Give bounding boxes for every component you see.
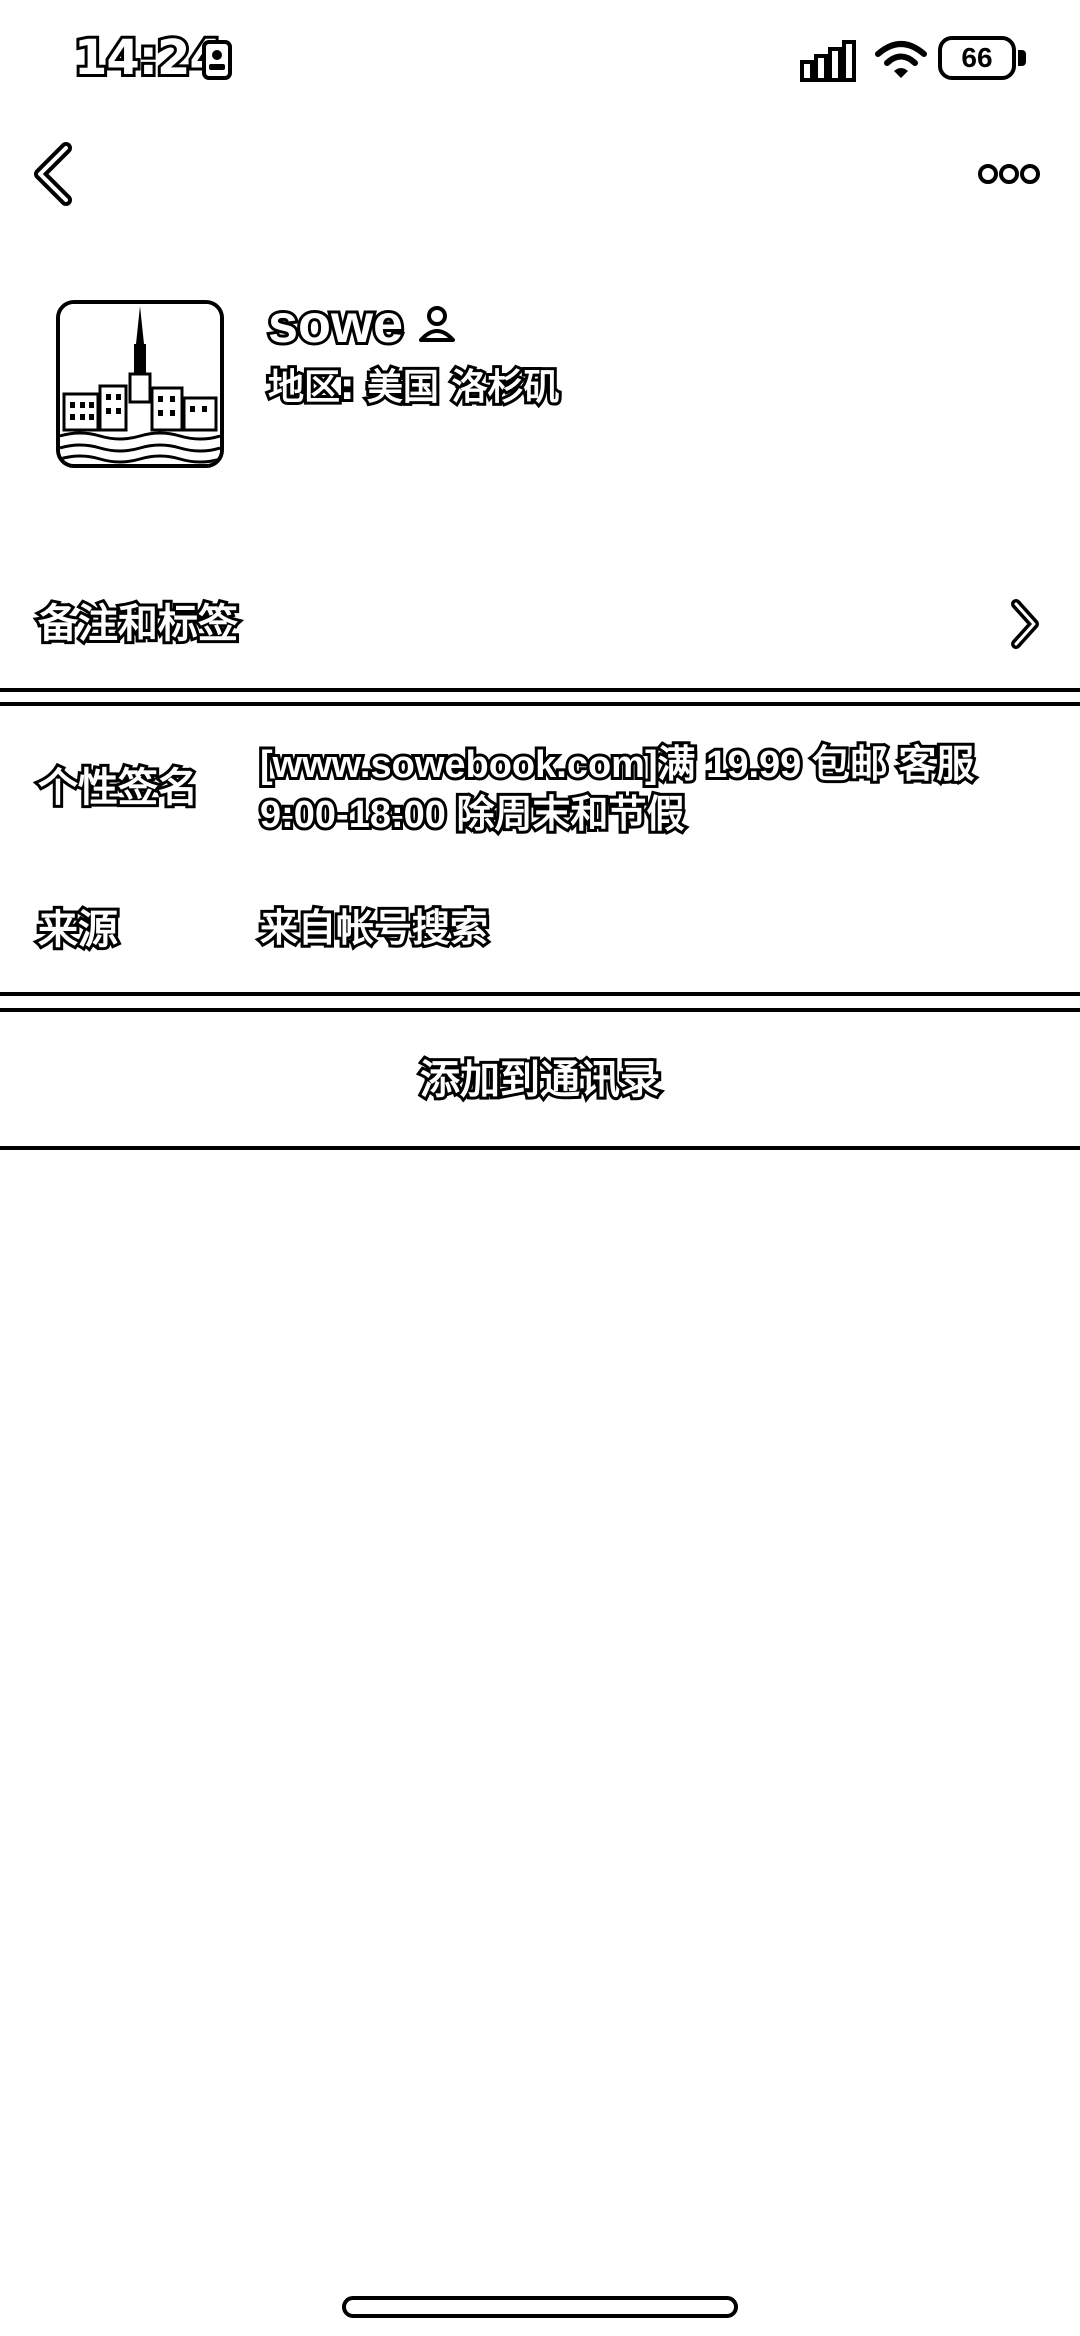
home-indicator[interactable]	[342, 2296, 738, 2318]
notes-tags-row[interactable]: 备注和标签	[0, 574, 1080, 674]
section-divider	[0, 1146, 1080, 1150]
status-time: 14:24	[71, 27, 226, 89]
profile-name-row: sowe	[265, 291, 457, 357]
battery-level: 66	[961, 42, 993, 73]
battery-tip	[1018, 50, 1026, 66]
signature-label: 个性签名	[35, 762, 201, 814]
more-button[interactable]	[978, 150, 1040, 198]
contact-person-icon	[419, 306, 456, 342]
profile-name: sowe	[265, 291, 406, 357]
section-divider	[0, 992, 1080, 996]
status-bar: 14:24 66	[0, 0, 1080, 120]
source-label: 来源	[35, 904, 121, 956]
battery-icon: 66	[938, 36, 1016, 80]
avatar[interactable]	[56, 300, 224, 468]
wifi-icon	[875, 41, 927, 78]
chevron-left-icon	[34, 142, 72, 206]
section-divider	[0, 1008, 1080, 1012]
city-church-skyline-avatar	[60, 304, 220, 464]
section-divider	[0, 688, 1080, 692]
chevron-right-icon	[1011, 599, 1039, 649]
notes-tags-label: 备注和标签	[35, 598, 241, 650]
region-text: 地区: 美国 洛杉矶	[265, 364, 562, 411]
add-to-contacts-label: 添加到通讯录	[417, 1054, 663, 1106]
person-card-icon	[202, 40, 232, 80]
signature-value: [www.sowebook.com]满 19.99 包邮 客服 9:00-18:…	[257, 741, 977, 839]
source-value: 来自帐号搜索	[257, 905, 491, 953]
section-divider	[0, 702, 1080, 706]
more-dots-icon	[978, 164, 1040, 184]
back-button[interactable]	[26, 140, 82, 208]
signal-icon	[800, 40, 856, 82]
add-to-contacts-button[interactable]: 添加到通讯录	[0, 1014, 1080, 1146]
